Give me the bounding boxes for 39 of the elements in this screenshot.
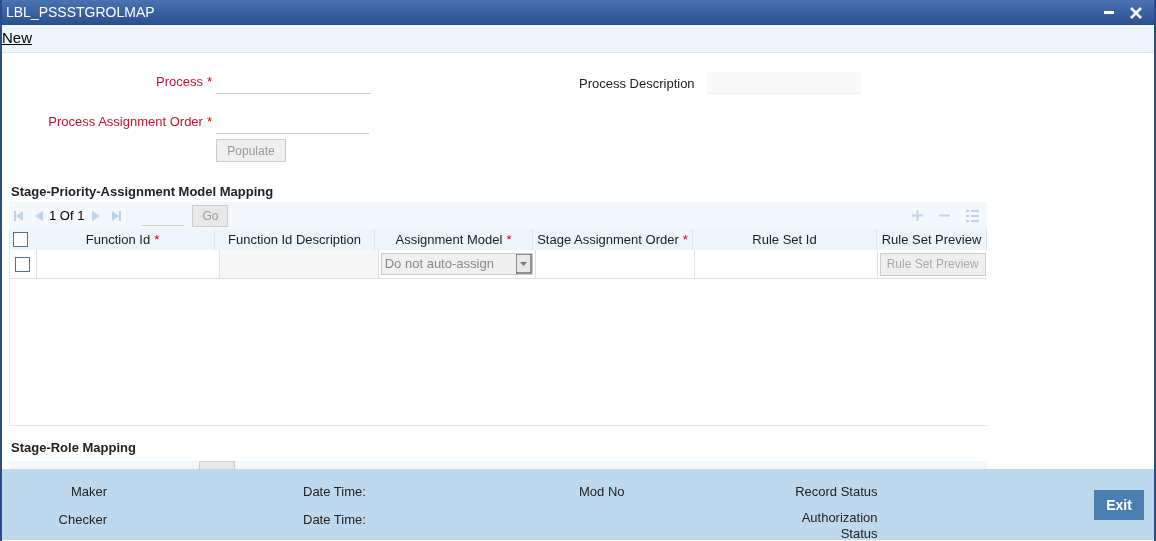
list-icon[interactable]: [966, 209, 979, 222]
page-indicator: 1 Of 1: [49, 206, 85, 225]
column-header: Function Id *: [31, 229, 215, 250]
go-button[interactable]: Go: [192, 204, 229, 227]
footer-label: Maker: [70, 483, 107, 501]
column-header: Rule Set Preview: [877, 229, 987, 250]
window-title: LBL_PSSSTGROLMAP: [6, 3, 156, 22]
required-mark: *: [506, 230, 512, 249]
row-checkbox[interactable]: [15, 256, 31, 272]
footer-label: Authorization Status: [800, 509, 878, 541]
required-mark: *: [206, 113, 212, 131]
footer-label: Mod No: [579, 483, 625, 501]
footer-label: Date Time:: [303, 483, 367, 501]
toolbar-button[interactable]: [199, 461, 235, 469]
field-label: Process *: [155, 72, 212, 92]
required-mark: *: [154, 230, 160, 249]
add-icon[interactable]: [912, 210, 923, 221]
footer-label: Date Time:: [303, 510, 367, 529]
last-page-icon[interactable]: [112, 210, 123, 221]
first-page-icon[interactable]: [13, 210, 23, 221]
footer-label: Record Status: [795, 483, 878, 501]
footer-label: Checker: [58, 510, 107, 529]
assignment-model-select[interactable]: Do not auto-assign: [380, 253, 533, 275]
required-mark: *: [682, 230, 688, 249]
required-mark: *: [206, 73, 212, 91]
section-title: Stage-Role Mapping: [10, 439, 137, 457]
dropdown-icon: [515, 254, 532, 274]
menu-link[interactable]: New: [2, 27, 32, 50]
field-label: Process Description: [579, 75, 695, 93]
minimize-icon[interactable]: [1104, 10, 1114, 15]
select-all-checkbox[interactable]: [13, 232, 28, 247]
field-label: Process Assignment Order *: [48, 112, 212, 132]
rule-set-preview-button[interactable]: Rule Set Preview: [879, 252, 986, 276]
column-header: Rule Set Id: [693, 229, 877, 250]
section-title: Stage-Priority-Assignment Model Mapping: [10, 183, 275, 201]
column-header: Stage Assignment Order *: [533, 229, 693, 250]
close-icon[interactable]: [1130, 6, 1142, 19]
exit-button[interactable]: Exit: [1094, 490, 1144, 520]
previous-page-icon[interactable]: [33, 210, 43, 221]
